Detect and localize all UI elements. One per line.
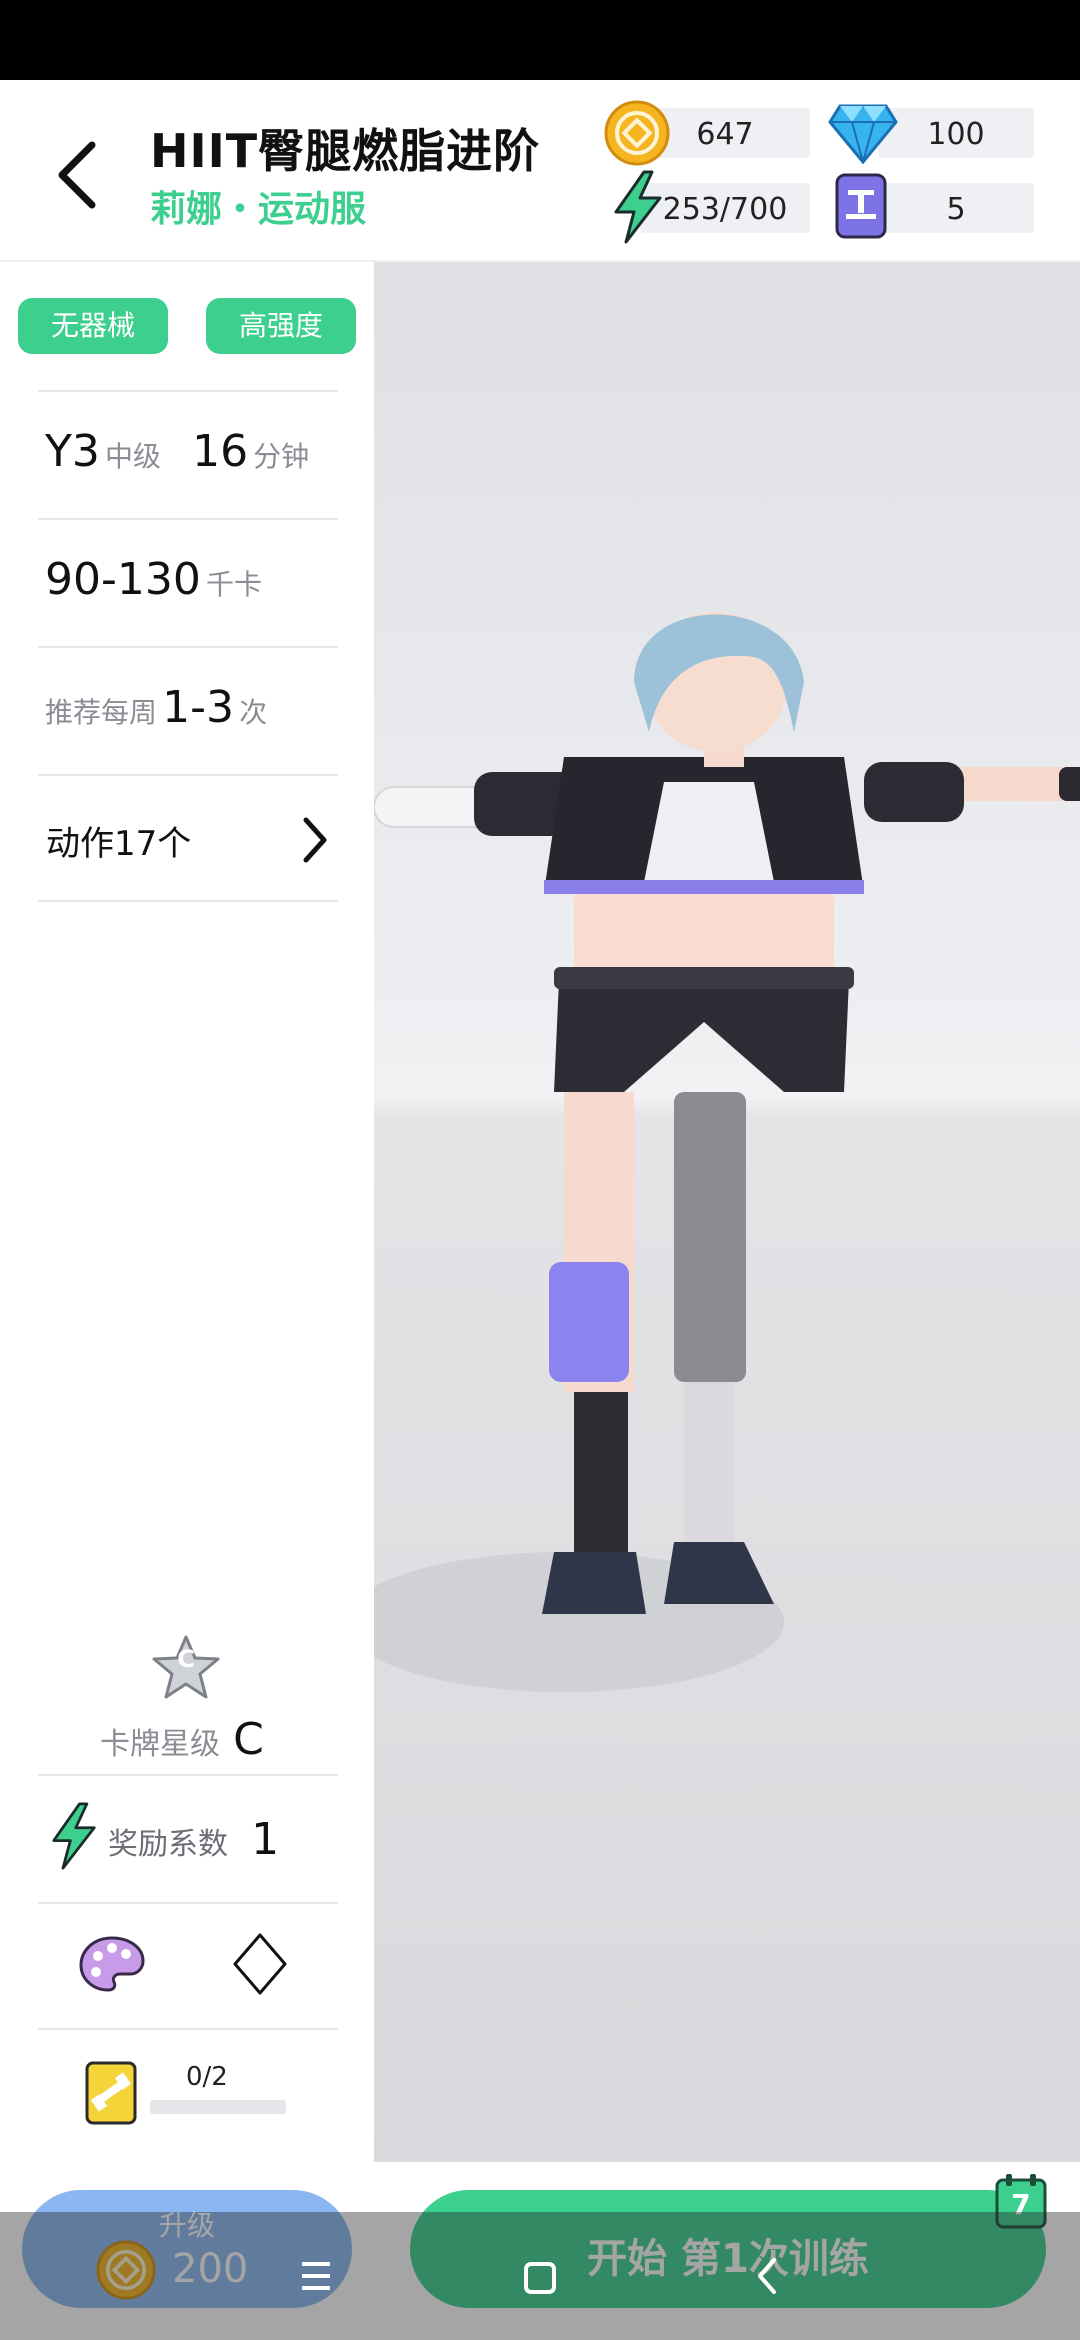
character-model-illustration [374, 612, 1080, 1692]
diamond-icon [828, 104, 898, 164]
ticket-value: 5 [946, 192, 966, 227]
reward-row: 奖励系数 1 [108, 1814, 279, 1865]
moves-count: 动作17个 [46, 824, 192, 864]
character-3d-viewport[interactable] [374, 262, 1080, 2162]
calories-value: 90-130 [45, 554, 201, 605]
lightning-icon [52, 1802, 96, 1870]
system-back-icon[interactable] [752, 2256, 782, 2296]
dumbbell-card-icon [85, 2061, 137, 2125]
card-star-label: 卡牌星级 [100, 1727, 220, 1762]
divider [38, 1774, 338, 1776]
home-icon[interactable] [520, 2258, 560, 2298]
weekly-prefix: 推荐每周 [45, 696, 158, 729]
palette-icon[interactable] [78, 1934, 146, 1994]
status-bar [0, 0, 1080, 80]
weekly-suffix: 次 [239, 696, 268, 729]
weekly-recommendation-row: 推荐每周 1-3 次 [45, 682, 267, 733]
calories-row: 90-130 千卡 [45, 554, 262, 605]
reward-value: 1 [251, 1814, 280, 1865]
divider [38, 518, 338, 520]
upgrade-progress-bar [150, 2100, 286, 2114]
lightning-icon [614, 170, 662, 244]
header: HIIT臀腿燃脂进阶 莉娜・运动服 647 100 253/700 5 [0, 80, 1080, 262]
upgrade-progress-text: 0/2 [186, 2062, 228, 2092]
workout-info-panel: 无器械 高强度 Y3 中级 16 分钟 90-130 千卡 推荐每周 1-3 次… [0, 262, 374, 2162]
tag-no-equipment: 无器械 [18, 298, 168, 354]
page-title: HIIT臀腿燃脂进阶 [150, 124, 541, 178]
divider [38, 2028, 338, 2030]
tag-high-intensity: 高强度 [206, 298, 356, 354]
ticket-icon [835, 173, 887, 239]
calories-label: 千卡 [205, 568, 262, 601]
diamond-counter[interactable]: 100 [878, 108, 1034, 158]
level-label: 中级 [104, 440, 161, 473]
back-arrow-icon[interactable] [50, 135, 110, 215]
card-star-value: C [233, 1714, 264, 1765]
duration-label: 分钟 [253, 440, 310, 473]
system-navigation-bar [0, 2212, 1080, 2340]
ticket-counter[interactable]: 5 [878, 183, 1034, 233]
weekly-value: 1-3 [162, 682, 234, 733]
card-star-row: 卡牌星级 C [100, 1714, 264, 1765]
divider [38, 390, 338, 392]
moves-list-link[interactable]: 动作17个 [38, 776, 338, 900]
star-badge-letter: C [177, 1645, 195, 1673]
character-outfit-subtitle: 莉娜・运动服 [150, 189, 367, 230]
recent-apps-icon[interactable] [296, 2258, 336, 2294]
level-value: Y3 [45, 426, 100, 477]
divider [38, 646, 338, 648]
duration-value: 16 [192, 426, 249, 477]
diamond-outline-icon[interactable] [232, 1932, 288, 1996]
diamond-value: 100 [927, 117, 985, 152]
reward-label: 奖励系数 [108, 1827, 228, 1862]
chevron-right-icon [303, 817, 327, 863]
divider [38, 900, 338, 902]
level-duration-row: Y3 中级 16 分钟 [45, 426, 309, 477]
coin-icon [604, 100, 670, 166]
divider [38, 1902, 338, 1904]
